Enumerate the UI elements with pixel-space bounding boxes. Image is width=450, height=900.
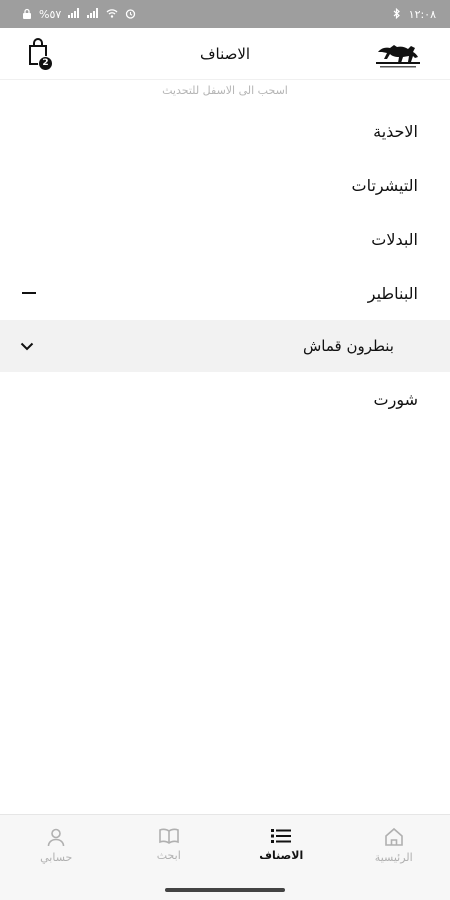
category-item-suits[interactable]: البدلات [0,212,450,266]
subcategory-item-fabric-trousers[interactable]: بنطرون قماش [0,320,450,372]
polo-horse-logo-icon [376,44,420,67]
brand-logo[interactable] [372,38,428,70]
category-label: شورت [373,389,418,409]
nav-label: حسابي [40,851,73,864]
clock-time: ١٢:٠٨ [408,7,436,21]
status-bar: %٥٧ ١٢:٠٨ [0,0,450,28]
category-item-trousers[interactable]: البناطير [0,266,450,320]
categories-list: الاحذية التيشرتات البدلات البناطير بنطرو… [0,104,450,426]
chevron-down-icon[interactable] [18,337,36,355]
status-right: ١٢:٠٨ [392,7,436,21]
battery-percent: %٥٧ [39,7,62,21]
book-icon [158,828,179,844]
status-left: %٥٧ [22,8,136,21]
bottom-navigation: حسابي ابحث الاصناف الرئيسية [0,814,450,900]
app-header: 2 الاصناف [0,28,450,80]
alarm-icon [125,8,136,21]
nav-label: ابحث [156,849,181,862]
category-label: البناطير [367,283,418,303]
nav-item-categories[interactable]: الاصناف [231,827,331,862]
page-title: الاصناف [199,44,251,63]
nav-label: الرئيسية [374,851,413,864]
subcategory-label: بنطرون قماش [302,337,394,355]
category-label: البدلات [371,229,418,249]
category-item-shoes[interactable]: الاحذية [0,104,450,158]
pull-to-refresh-hint: اسحب الى الاسفل للتحديث [162,84,288,97]
wifi-icon [106,8,118,20]
nav-item-search[interactable]: ابحث [119,827,219,862]
collapse-minus-icon[interactable] [22,292,36,294]
home-indicator[interactable] [165,888,285,892]
signal-2-icon [87,8,99,20]
signal-icon [68,8,80,20]
cart-button[interactable]: 2 [26,37,54,71]
category-item-tshirts[interactable]: التيشرتات [0,158,450,212]
nav-item-account[interactable]: حسابي [6,827,106,864]
bluetooth-icon [392,7,401,21]
category-label: الاحذية [373,121,418,141]
list-icon [271,829,292,843]
category-label: التيشرتات [351,175,418,195]
nav-item-home[interactable]: الرئيسية [344,827,444,864]
nav-label: الاصناف [259,849,304,862]
lock-icon [22,8,32,21]
category-item-shorts[interactable]: شورت [0,372,450,426]
user-icon [47,828,65,847]
cart-count-badge: 2 [38,55,53,71]
home-icon [384,827,403,846]
